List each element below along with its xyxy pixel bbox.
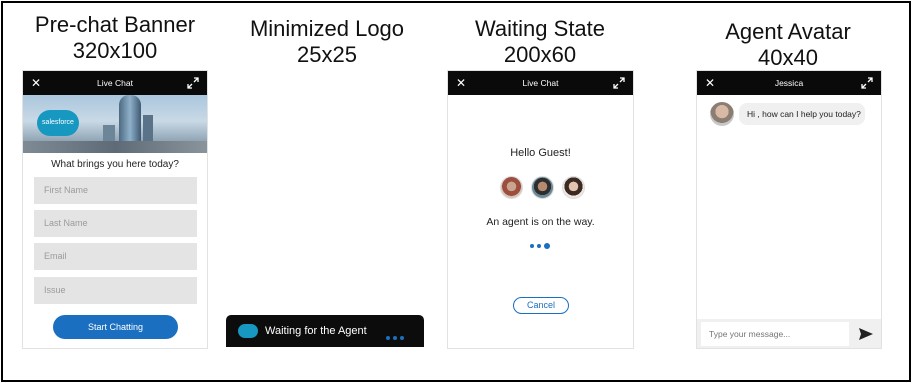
minimized-heading: Minimized Logo 25x25 bbox=[232, 16, 422, 68]
prechat-banner-image: salesforce bbox=[23, 95, 207, 153]
issue-field[interactable]: Issue bbox=[34, 277, 197, 304]
loading-dot bbox=[530, 243, 534, 248]
expand-icon[interactable] bbox=[187, 77, 199, 89]
loading-dot bbox=[537, 243, 541, 248]
send-icon[interactable] bbox=[858, 326, 874, 342]
expand-icon[interactable] bbox=[613, 77, 625, 89]
loading-dot bbox=[386, 335, 390, 340]
prechat-question: What brings you here today? bbox=[51, 159, 179, 170]
avatar-heading-title: Agent Avatar bbox=[725, 19, 851, 44]
cancel-button[interactable]: Cancel bbox=[513, 297, 569, 314]
prechat-heading-size: 320x100 bbox=[72, 38, 158, 63]
agent-avatar bbox=[531, 176, 554, 199]
salesforce-logo: salesforce bbox=[37, 110, 79, 136]
waiting-heading-title: Waiting State bbox=[474, 16, 606, 41]
agent-avatar bbox=[500, 176, 523, 199]
avatar-heading-size: 40x40 bbox=[758, 45, 818, 70]
greeting-text: Hello Guest! bbox=[510, 147, 571, 159]
waiting-heading-size: 200x60 bbox=[503, 42, 577, 67]
waiting-window: ✕ Live Chat Hello Guest! An agent is on … bbox=[447, 70, 634, 349]
agent-name: Jessica bbox=[774, 78, 804, 88]
status-text: An agent is on the way. bbox=[486, 216, 595, 228]
waiting-header: ✕ Live Chat bbox=[448, 71, 633, 95]
minimized-chat-bar[interactable]: Waiting for the Agent bbox=[226, 315, 424, 347]
minimized-heading-title: Minimized Logo bbox=[249, 16, 405, 41]
prechat-heading: Pre-chat Banner 320x100 bbox=[20, 12, 210, 64]
waiting-header-title: Live Chat bbox=[522, 78, 559, 88]
avatar-heading: Agent Avatar 40x40 bbox=[693, 19, 883, 71]
agent-avatars bbox=[498, 176, 588, 200]
loading-dot bbox=[393, 335, 397, 340]
email-field[interactable]: Email bbox=[34, 243, 197, 270]
prechat-header: ✕ Live Chat bbox=[23, 71, 207, 95]
agent-avatar bbox=[562, 176, 585, 199]
agent-message-bubble: Hi , how can I help you today? bbox=[739, 103, 865, 125]
agent-avatar bbox=[710, 102, 734, 126]
agent-chat-window: ✕ Jessica Hi , how can I help you today? bbox=[696, 70, 882, 349]
loading-dot bbox=[400, 335, 404, 340]
minimized-label: Waiting for the Agent bbox=[265, 325, 367, 337]
prechat-header-title: Live Chat bbox=[97, 78, 133, 88]
message-input[interactable] bbox=[701, 322, 849, 346]
message-composer bbox=[697, 319, 881, 348]
minimized-heading-size: 25x25 bbox=[297, 42, 357, 67]
salesforce-cloud-icon bbox=[238, 324, 258, 338]
prechat-heading-title: Pre-chat Banner bbox=[34, 12, 196, 37]
expand-icon[interactable] bbox=[861, 77, 873, 89]
first-name-field[interactable]: First Name bbox=[34, 177, 197, 204]
waiting-heading: Waiting State 200x60 bbox=[445, 16, 635, 68]
loading-dot bbox=[544, 242, 550, 249]
prechat-window: ✕ Live Chat salesforce What brings you h… bbox=[22, 70, 208, 349]
loading-dots-icon bbox=[386, 329, 407, 347]
last-name-field[interactable]: Last Name bbox=[34, 210, 197, 237]
agent-chat-header: ✕ Jessica bbox=[697, 71, 881, 95]
start-chatting-button[interactable]: Start Chatting bbox=[53, 315, 178, 339]
loading-dots-icon bbox=[530, 237, 553, 255]
banner-cityline bbox=[23, 141, 207, 153]
